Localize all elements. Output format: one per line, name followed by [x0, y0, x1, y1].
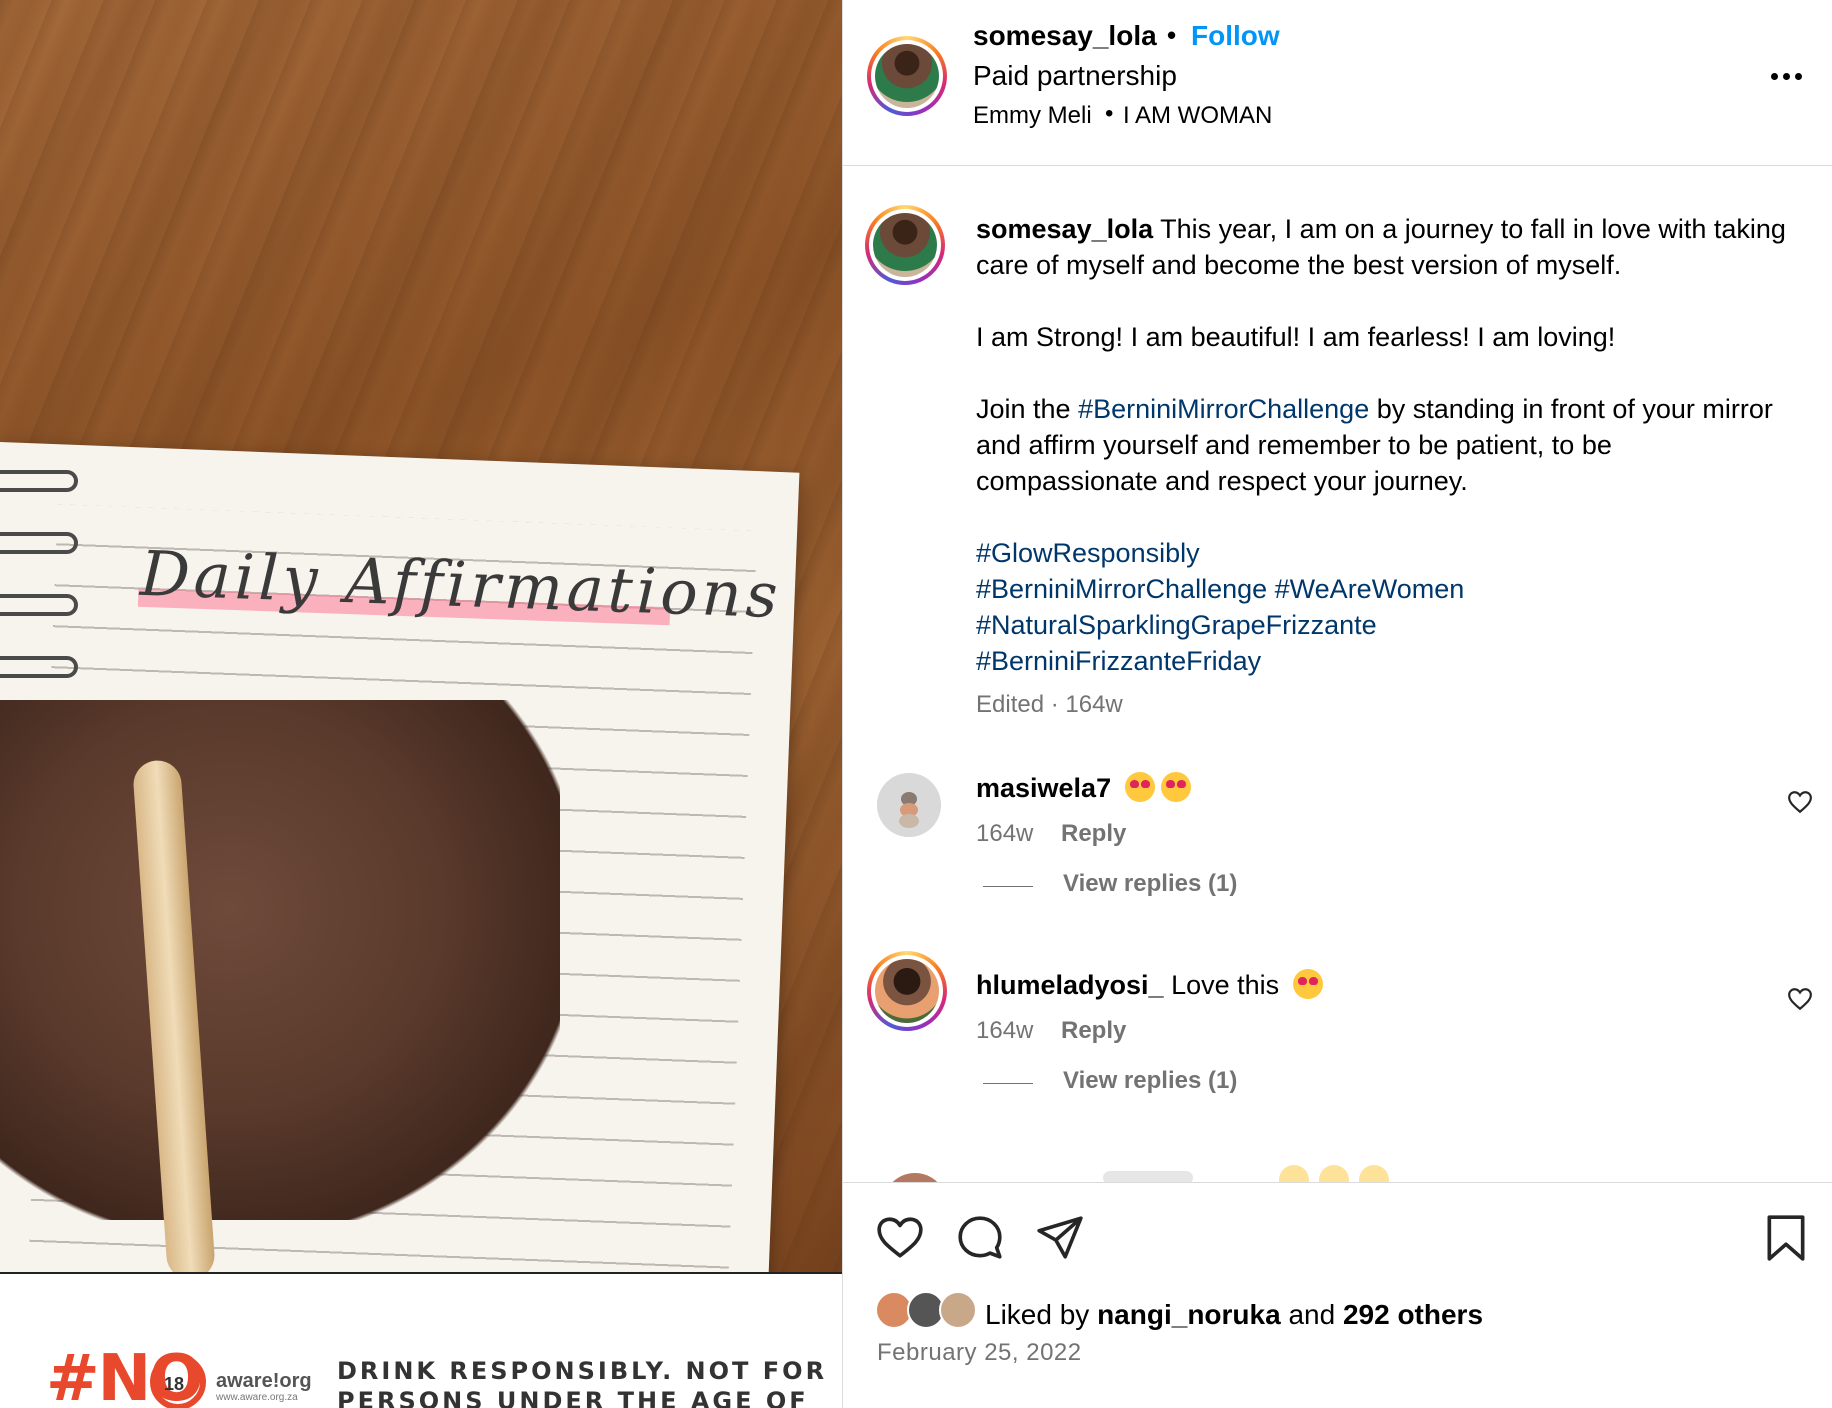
post-actions-bar: Liked by nangi_noruka and 292 others Feb…	[843, 1182, 1832, 1408]
reply-button[interactable]: Reply	[1061, 1017, 1126, 1045]
comment-item: masiwela7 164w Reply View replies (1)	[843, 770, 1832, 950]
caption-text: somesay_lola This year, I am on a journe…	[976, 211, 1796, 679]
comment-body: Love this	[1163, 970, 1280, 1000]
post-date[interactable]: February 25, 2022	[877, 1339, 1082, 1367]
caption-line-3-pre: Join the	[976, 394, 1079, 424]
paid-partnership-label[interactable]: Paid partnership	[973, 60, 1177, 92]
drink-disclaimer: DRINK RESPONSIBLY. NOT FOR PERSONS UNDER…	[337, 1356, 842, 1408]
comment-text: hlumeladyosi_ Love this	[976, 967, 1323, 1003]
heart-eyes-emoji-icon	[1160, 772, 1191, 802]
like-comment-heart-icon[interactable]	[1787, 987, 1813, 1011]
comment-age: 164w	[976, 820, 1034, 847]
audio-separator: •	[1105, 100, 1114, 127]
truncated-comment-text	[1103, 1171, 1193, 1182]
comment-item-partial	[843, 1165, 1832, 1182]
liked-by-text: Liked by nangi_noruka and 292 others	[985, 1299, 1484, 1330]
like-heart-icon[interactable]	[875, 1213, 925, 1263]
view-replies-button[interactable]: View replies (1)	[1063, 870, 1237, 898]
replies-divider	[983, 886, 1033, 887]
post-photo: Daily Affirmations	[0, 0, 842, 1272]
liker-avatar	[939, 1291, 977, 1329]
hashtag-link[interactable]: #NaturalSparklingGrapeFrizzante	[976, 610, 1377, 640]
post-side-panel: somesay_lola • Follow Paid partnership E…	[842, 0, 1832, 1408]
hashtag-link[interactable]: #BerniniMirrorChallenge	[1078, 394, 1369, 424]
bookmark-icon[interactable]	[1761, 1213, 1811, 1263]
comments-scroll-area[interactable]: somesay_lola This year, I am on a journe…	[843, 167, 1832, 1182]
comment-icon[interactable]	[955, 1213, 1005, 1263]
comment-username[interactable]: masiwela7	[976, 773, 1111, 803]
hashtag-link[interactable]: #GlowResponsibly	[976, 538, 1200, 568]
emoji-icon	[1279, 1165, 1309, 1182]
age-badge: 18	[164, 1374, 185, 1394]
more-options-icon[interactable]	[1767, 62, 1807, 90]
hand-image	[0, 700, 560, 1220]
like-comment-heart-icon[interactable]	[1787, 790, 1813, 814]
comment-username[interactable]: hlumeladyosi_	[976, 970, 1164, 1000]
disclaimer-line-1: DRINK RESPONSIBLY. NOT FOR	[337, 1357, 828, 1385]
share-icon[interactable]	[1035, 1213, 1085, 1263]
post-header: somesay_lola • Follow Paid partnership E…	[843, 0, 1832, 166]
likes-count-link[interactable]: 292 others	[1343, 1299, 1483, 1330]
view-replies-button[interactable]: View replies (1)	[1063, 1067, 1237, 1095]
caption-line-2: I am Strong! I am beautiful! I am fearle…	[976, 322, 1616, 352]
hashtag-link[interactable]: #BerniniFrizzanteFriday	[976, 646, 1261, 676]
audio-track-link[interactable]: I AM WOMAN	[1123, 102, 1272, 130]
author-avatar[interactable]	[867, 36, 947, 116]
heart-eyes-emoji-icon	[1124, 772, 1155, 802]
heart-eyes-emoji-icon	[1292, 969, 1323, 999]
aware-logo: aware!org	[216, 1370, 312, 1392]
post-media[interactable]: Daily Affirmations #NO 18 aware!org www.…	[0, 0, 842, 1408]
commenter-avatar[interactable]	[877, 773, 941, 837]
aware-url: www.aware.org.za	[216, 1392, 298, 1403]
follow-button[interactable]: Follow	[1191, 20, 1280, 52]
avatar-graphic	[877, 773, 941, 837]
comment-item: hlumeladyosi_ Love this 164w Reply View …	[843, 951, 1832, 1147]
liker-username-link[interactable]: nangi_noruka	[1097, 1299, 1281, 1330]
emoji-icon	[1319, 1165, 1349, 1182]
comment-age: 164w	[976, 1017, 1034, 1044]
hashtag-link[interactable]: #WeAreWomen	[1275, 574, 1465, 604]
hashtag-link[interactable]: #BerniniMirrorChallenge	[976, 574, 1267, 604]
separator-dot: •	[1167, 20, 1177, 50]
author-username[interactable]: somesay_lola	[973, 20, 1157, 52]
reply-button[interactable]: Reply	[1061, 820, 1126, 848]
disclaimer-line-2: PERSONS UNDER THE AGE OF 18.	[337, 1387, 809, 1408]
replies-divider	[983, 1083, 1033, 1084]
comment-text: masiwela7	[976, 770, 1191, 806]
commenter-avatar[interactable]	[883, 1173, 947, 1182]
caption-username[interactable]: somesay_lola	[976, 214, 1153, 244]
caption-meta: Edited · 164w	[976, 691, 1123, 718]
audio-artist-link[interactable]: Emmy Meli	[973, 102, 1092, 130]
commenter-avatar[interactable]	[867, 951, 947, 1031]
caption-author-avatar[interactable]	[865, 205, 945, 285]
emoji-icon	[1359, 1165, 1389, 1182]
